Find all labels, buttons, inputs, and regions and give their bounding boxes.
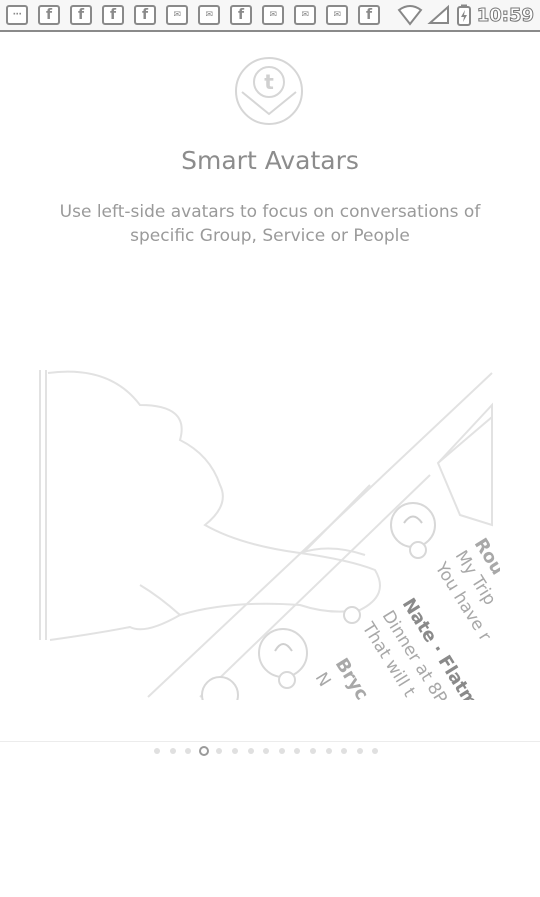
page-dot-14[interactable] (356, 748, 363, 754)
svg-text:t: t (264, 70, 274, 94)
email-icon: ✉ (326, 5, 348, 25)
page-dot-8[interactable] (263, 748, 270, 754)
facebook-icon: f (70, 5, 92, 25)
app-logo-icon: t (235, 57, 303, 125)
clock: 10:59 (476, 4, 534, 26)
facebook-icon: f (358, 5, 380, 25)
page-dot-10[interactable] (294, 748, 301, 754)
page-indicator[interactable] (0, 746, 540, 756)
facebook-icon: f (38, 5, 60, 25)
facebook-icon: f (134, 5, 156, 25)
divider (0, 741, 540, 742)
facebook-icon: f (230, 5, 252, 25)
page-dot-6[interactable] (232, 748, 238, 754)
email-icon: ✉ (262, 5, 284, 25)
signal-icon (427, 4, 449, 24)
page-dot-13[interactable] (341, 748, 348, 754)
illustration-row3-name: Bryc (331, 655, 373, 700)
email-icon: ✉ (198, 5, 220, 25)
page-dot-5[interactable] (216, 748, 223, 754)
page-dot-15[interactable] (372, 748, 379, 754)
page-dot-4[interactable] (198, 746, 209, 756)
page-title: Smart Avatars (181, 146, 359, 175)
page-dot-9[interactable] (278, 748, 285, 754)
email-icon: ✉ (166, 5, 188, 25)
battery-charging-icon (456, 4, 471, 26)
more-notifications-icon: ··· (6, 5, 28, 25)
page-dot-12[interactable] (325, 748, 332, 754)
page-dot-3[interactable] (185, 748, 192, 754)
page-subtitle: Use left-side avatars to focus on conver… (59, 202, 481, 246)
page-dot-11[interactable] (310, 748, 316, 754)
status-bar: ··· f f f f ✉ ✉ f ✉ ✉ ✉ f 10:59 (0, 0, 540, 32)
page-dot-7[interactable] (247, 748, 254, 754)
page-dot-2[interactable] (169, 748, 176, 754)
smart-avatars-illustration: Rou My Trip You have r Nate · Flatmat Di… (39, 370, 500, 700)
status-bar-right: 10:59 (397, 4, 535, 26)
page-dot-1[interactable] (154, 748, 160, 754)
facebook-icon: f (102, 5, 124, 25)
illustration-row3-line1: N (311, 669, 335, 690)
email-icon: ✉ (294, 5, 316, 25)
wifi-icon (397, 5, 423, 26)
